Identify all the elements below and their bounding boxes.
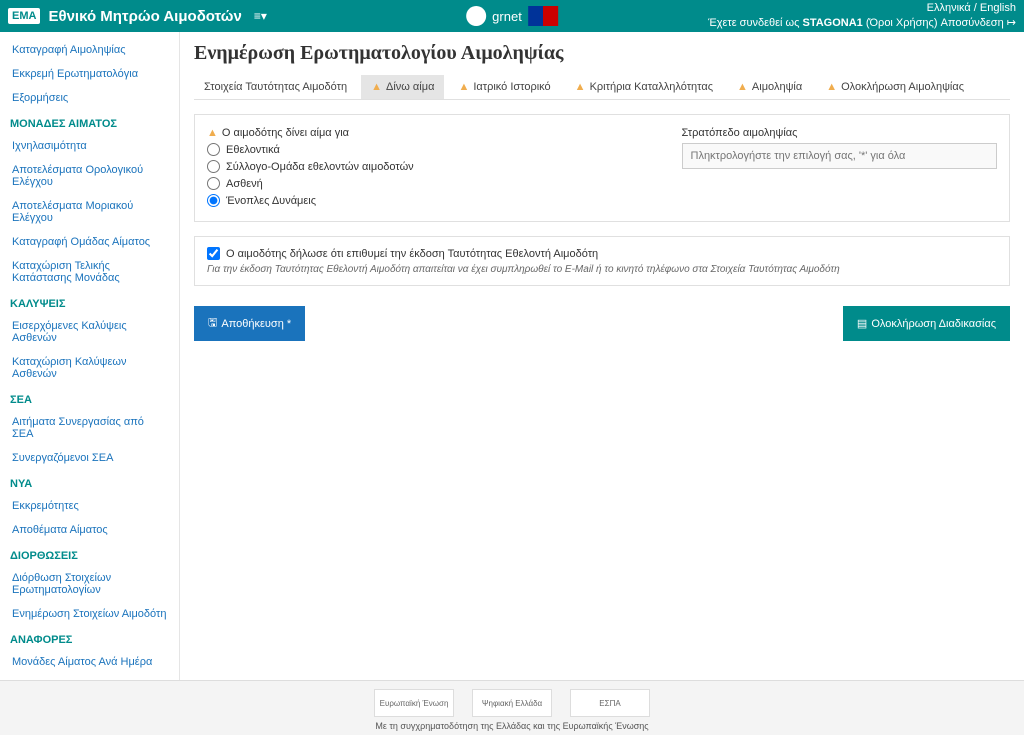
consent-hint: Για την έκδοση Ταυτότητας Εθελοντή Αιμοδ… (207, 264, 997, 275)
radio-label: Ένοπλες Δυνάμεις (226, 195, 316, 207)
sidebar-item[interactable]: Εκκρεμή Ερωτηματολόγια (0, 62, 179, 86)
warning-icon: ▲ (737, 81, 748, 93)
question-panel: ▲ Ο αιμοδότης δίνει αίμα για Εθελοντικά Σ… (194, 114, 1010, 222)
tab-label: Δίνω αίμα (386, 81, 434, 93)
partner-logo-1 (466, 6, 486, 26)
radio-input[interactable] (207, 194, 220, 207)
complete-label: Ολοκλήρωση Διαδικασίας (871, 318, 996, 330)
question-label-row: ▲ Ο αιμοδότης δίνει αίμα για (207, 127, 642, 141)
sidebar-item[interactable]: Αποτελέσματα Ορολογικού Ελέγχου (0, 158, 179, 194)
save-icon: 🖫 (208, 314, 217, 333)
sidebar-item[interactable]: Ιχνηλασιμότητα (0, 134, 179, 158)
action-bar: 🖫 Αποθήκευση * ▤ Ολοκλήρωση Διαδικασίας (194, 306, 1010, 341)
consent-panel: Ο αιμοδότης δήλωσε ότι επιθυμεί την έκδο… (194, 236, 1010, 286)
sidebar-item[interactable]: Εκκρεμότητες (0, 494, 179, 518)
radio-input[interactable] (207, 160, 220, 173)
complete-icon: ▤ (857, 317, 867, 330)
sidebar-item[interactable]: Αιτήματα Συνεργασίας από ΣΕΑ (0, 410, 179, 446)
footer-logo: ΕΣΠΑ (570, 689, 650, 717)
tab[interactable]: ▲ Ιατρικό Ιστορικό (448, 75, 560, 99)
save-label: Αποθήκευση * (221, 318, 291, 330)
radio-input[interactable] (207, 143, 220, 156)
page-footer: Ευρωπαϊκή Ένωση Ψηφιακή Ελλάδα ΕΣΠΑ Με τη … (0, 680, 1024, 735)
sidebar-item[interactable]: Ενημέρωση Στοιχείων Αιμοδότη (0, 602, 179, 626)
sidebar-section-header: ΣΕΑ (0, 386, 179, 410)
tab[interactable]: ▲ Ολοκλήρωση Αιμοληψίας (816, 75, 974, 99)
footer-logos: Ευρωπαϊκή Ένωση Ψηφιακή Ελλάδα ΕΣΠΑ (0, 689, 1024, 717)
tab[interactable]: Στοιχεία Ταυτότητας Αιμοδότη (194, 75, 357, 99)
app-header: EMA Εθνικό Μητρώο Αιμοδοτών ≡▾ grnet Ελλ… (0, 0, 1024, 32)
sidebar-item[interactable]: Διόρθωση Στοιχείων Ερωτηματολογίων (0, 566, 179, 602)
tab-label: Αιμοληψία (752, 81, 802, 93)
radio-label: Ασθενή (226, 178, 263, 190)
warning-icon: ▲ (458, 81, 469, 93)
sidebar-nav: Καταγραφή ΑιμοληψίαςΕκκρεμή Ερωτηματολόγ… (0, 32, 180, 680)
radio-input[interactable] (207, 177, 220, 190)
tab-label: Ολοκλήρωση Αιμοληψίας (841, 81, 964, 93)
radio-option-row: Ένοπλες Δυνάμεις (207, 192, 642, 209)
sidebar-section-header: ΝΥΑ (0, 470, 179, 494)
warning-icon: ▲ (826, 81, 837, 93)
consent-checkbox[interactable] (207, 247, 220, 260)
sidebar-item[interactable]: Καταγραφή Αιμοληψίας (0, 38, 179, 62)
sidebar-item[interactable]: Εξορμήσεις (0, 86, 179, 110)
warning-icon: ▲ (575, 81, 586, 93)
sidebar-item[interactable]: Καταχώριση Καλύψεων Ασθενών (0, 350, 179, 386)
page-title: Ενημέρωση Ερωτηματολογίου Αιμοληψίας (194, 42, 1010, 65)
camp-column: Στρατόπεδο αιμοληψίας (682, 127, 998, 209)
save-button[interactable]: 🖫 Αποθήκευση * (194, 306, 305, 341)
sidebar-item[interactable]: Καταγραφή Ομάδας Αίματος (0, 230, 179, 254)
header-right: Ελληνικά / English Έχετε συνδεθεί ως STA… (708, 1, 1016, 32)
footer-text: Με τη συγχρηματοδότηση της Ελλάδας και τ… (0, 721, 1024, 731)
session-user: STAGONA1 (803, 17, 863, 29)
radio-option-row: Εθελοντικά (207, 141, 642, 158)
sidebar-item[interactable]: Εισερχόμενες Καλύψεις Ασθενών (0, 314, 179, 350)
tab[interactable]: ▲ Αιμοληψία (727, 75, 812, 99)
radio-label: Εθελοντικά (226, 144, 280, 156)
consent-label: Ο αιμοδότης δήλωσε ότι επιθυμεί την έκδο… (226, 248, 598, 260)
main-content: Ενημέρωση Ερωτηματολογίου Αιμοληψίας Στο… (180, 32, 1024, 680)
header-center-logos: grnet (466, 6, 558, 26)
tab-label: Κριτήρια Καταλληλότητας (590, 81, 713, 93)
language-switch[interactable]: Ελληνικά / English (927, 2, 1016, 14)
sidebar-item[interactable]: Αποτελέσματα Μοριακού Ελέγχου (0, 194, 179, 230)
sidebar-item[interactable]: Καταχώριση Τελικής Κατάστασης Μονάδας (0, 254, 179, 290)
menu-toggle-icon[interactable]: ≡▾ (254, 9, 267, 23)
warning-icon: ▲ (207, 127, 218, 139)
sidebar-item[interactable]: Συνεργαζόμενοι ΣΕΑ (0, 446, 179, 470)
radio-option-row: Σύλλογο-Ομάδα εθελοντών αιμοδοτών (207, 158, 642, 175)
tab-label: Στοιχεία Ταυτότητας Αιμοδότη (204, 81, 347, 93)
partner-logo-2 (528, 6, 558, 26)
session-prefix: Έχετε συνδεθεί ως (708, 17, 799, 29)
sidebar-section-header: ΑΝΑΦΟΡΕΣ (0, 626, 179, 650)
sidebar-item[interactable]: Μονάδες Αίματος Ανά Ημέρα (0, 650, 179, 674)
logout-icon: ↦ (1007, 17, 1016, 29)
footer-logo: Ψηφιακή Ελλάδα (472, 689, 552, 717)
radio-option-row: Ασθενή (207, 175, 642, 192)
sidebar-item[interactable]: Αποθέματα Αίματος (0, 518, 179, 542)
camp-label: Στρατόπεδο αιμοληψίας (682, 127, 998, 139)
footer-logo: Ευρωπαϊκή Ένωση (374, 689, 454, 717)
tab[interactable]: ▲ Δίνω αίμα (361, 75, 444, 99)
question-label: Ο αιμοδότης δίνει αίμα για (222, 127, 349, 139)
sidebar-section-header: ΜΟΝΑΔΕΣ ΑΙΜΑΤΟΣ (0, 110, 179, 134)
camp-input[interactable] (682, 143, 998, 169)
tab[interactable]: ▲ Κριτήρια Καταλληλότητας (565, 75, 723, 99)
logout-link[interactable]: Αποσύνδεση (941, 17, 1004, 29)
sidebar-section-header: ΔΙΟΡΘΩΣΕΙΣ (0, 542, 179, 566)
complete-button[interactable]: ▤ Ολοκλήρωση Διαδικασίας (843, 306, 1010, 341)
app-logo: EMA (8, 8, 40, 24)
tab-label: Ιατρικό Ιστορικό (473, 81, 550, 93)
app-title: Εθνικό Μητρώο Αιμοδοτών (48, 8, 241, 25)
session-role: (Όροι Χρήσης) (866, 17, 938, 29)
warning-icon: ▲ (371, 81, 382, 93)
radio-label: Σύλλογο-Ομάδα εθελοντών αιμοδοτών (226, 161, 414, 173)
grnet-brand: grnet (492, 9, 522, 24)
header-left: EMA Εθνικό Μητρώο Αιμοδοτών ≡▾ (8, 8, 267, 25)
tab-list: Στοιχεία Ταυτότητας Αιμοδότη ▲ Δίνω αίμα ▲ Ι… (194, 75, 1010, 100)
sidebar-section-header: ΚΑΛΥΨΕΙΣ (0, 290, 179, 314)
